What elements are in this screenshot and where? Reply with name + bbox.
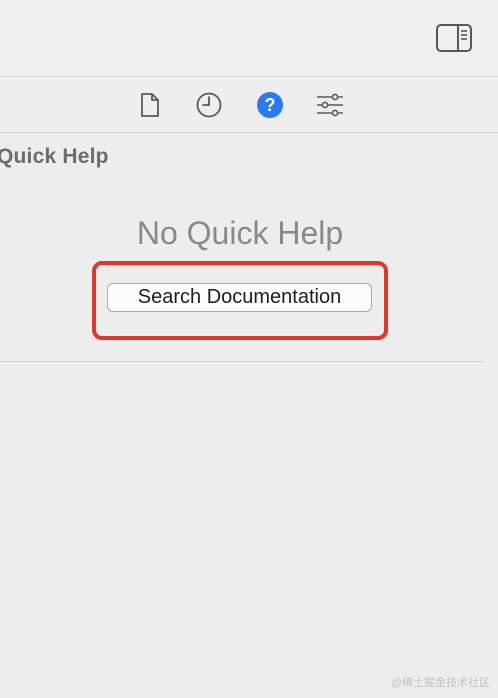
attributes-sliders-icon — [317, 93, 343, 117]
search-documentation-button[interactable]: Search Documentation — [107, 283, 372, 312]
tab-quick-help-inspector[interactable]: ? — [256, 91, 284, 119]
history-clock-icon — [196, 92, 222, 118]
svg-text:?: ? — [265, 95, 276, 115]
tab-bar-divider — [0, 132, 498, 133]
sidebar-right-icon — [436, 24, 472, 52]
section-divider — [0, 361, 484, 362]
quick-help-icon: ? — [257, 92, 283, 118]
watermark-text: @稀土掘金技术社区 — [390, 677, 490, 689]
inspector-tab-bar: ? — [0, 77, 498, 132]
quick-help-section-title: Quick Help — [0, 145, 109, 168]
tab-attributes-inspector[interactable] — [316, 91, 344, 119]
tab-file-inspector[interactable] — [136, 91, 164, 119]
tab-history-inspector[interactable] — [195, 91, 223, 119]
file-icon — [141, 93, 159, 117]
empty-state-message: No Quick Help — [136, 215, 344, 251]
window-toolbar — [0, 0, 498, 76]
inspector-toggle-button[interactable] — [436, 24, 472, 52]
